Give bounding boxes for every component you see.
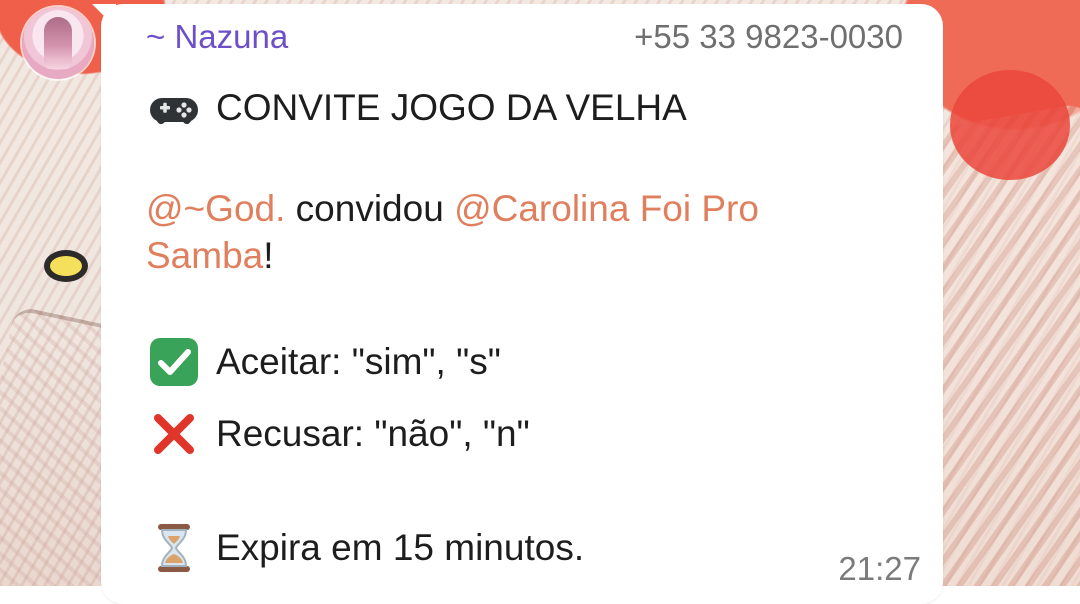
message-title: CONVITE JOGO DA VELHA bbox=[146, 80, 687, 136]
game-controller-icon bbox=[146, 80, 202, 136]
message-title-text: CONVITE JOGO DA VELHA bbox=[216, 87, 687, 129]
cross-mark-icon bbox=[146, 406, 202, 462]
accept-instruction: Aceitar: "sim", "s" bbox=[146, 334, 501, 390]
invite-end: ! bbox=[263, 235, 274, 276]
wallpaper-eye-art bbox=[44, 250, 88, 282]
message-timestamp: 21:27 bbox=[838, 550, 921, 587]
expire-text: Expira em 15 minutos. bbox=[216, 527, 585, 569]
sender-avatar[interactable] bbox=[22, 7, 94, 79]
check-mark-icon bbox=[146, 334, 202, 390]
decline-text: Recusar: "não", "n" bbox=[216, 413, 530, 455]
decline-instruction: Recusar: "não", "n" bbox=[146, 406, 530, 462]
inviter-mention[interactable]: @~God. bbox=[146, 188, 285, 229]
sender-phone[interactable]: +55 33 9823-0030 bbox=[634, 20, 903, 53]
hourglass-icon bbox=[146, 520, 202, 576]
message-bubble[interactable]: ~ Nazuna +55 33 9823-0030 CONVITE JOGO D… bbox=[101, 4, 943, 604]
invite-line: @~God. convidou @Carolina Foi Pro Samba! bbox=[146, 185, 886, 279]
wallpaper-red-art bbox=[950, 70, 1070, 180]
accept-text: Aceitar: "sim", "s" bbox=[216, 341, 501, 383]
invite-verb: convidou bbox=[285, 188, 455, 229]
sender-name[interactable]: ~ Nazuna bbox=[146, 20, 288, 53]
expire-note: Expira em 15 minutos. bbox=[146, 520, 584, 576]
